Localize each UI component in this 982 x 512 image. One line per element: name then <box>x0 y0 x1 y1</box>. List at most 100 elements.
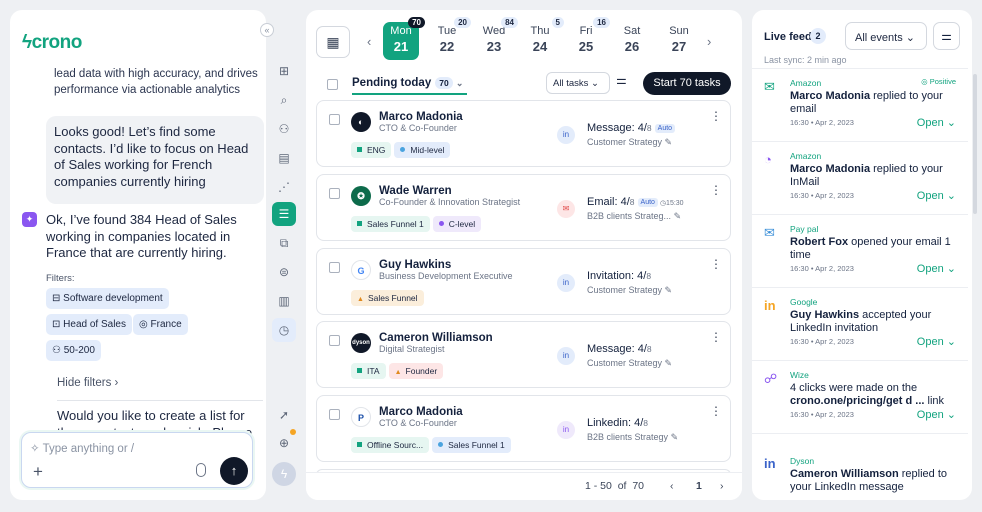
feed-item[interactable]: ✉ Pay pal Robert Fox opened your email 1… <box>752 214 968 287</box>
task-checkbox[interactable] <box>329 188 340 199</box>
templates-icon[interactable]: ⧉ <box>272 231 296 255</box>
task-card[interactable]: ✪ Wade Warren Co-Founder & Innovation St… <box>316 174 731 241</box>
notes-icon[interactable]: ▤ <box>272 146 296 170</box>
inmail-icon: ◔ <box>764 152 772 167</box>
task-checkbox[interactable] <box>329 335 340 346</box>
filter-settings-icon[interactable]: ⚌ <box>616 73 627 87</box>
feed-link[interactable]: crono.one/pricing/get d ... <box>790 395 924 407</box>
linkedin-icon: in <box>557 421 575 439</box>
edit-pencil-icon[interactable]: ✎ <box>665 137 673 147</box>
collapse-sidebar-button[interactable]: « <box>260 23 274 37</box>
feed-settings-icon[interactable]: ⚌ <box>933 22 960 50</box>
more-options-icon[interactable]: ⋮ <box>710 183 722 197</box>
day-sat[interactable]: Sat 26 <box>614 22 650 60</box>
chat-input[interactable]: ✧ Type anything or / + ↑ <box>21 432 253 488</box>
events-filter-dropdown[interactable]: All events ⌄ <box>845 22 927 50</box>
edit-pencil-icon[interactable]: ✎ <box>665 358 673 368</box>
send-button[interactable]: ↑ <box>220 457 248 485</box>
start-tasks-button[interactable]: Start 70 tasks <box>643 72 731 95</box>
filter-chip-title[interactable]: ⊡ Head of Sales <box>46 314 132 335</box>
feed-tail: link <box>924 395 945 407</box>
ai-message: Ok, I’ve found 384 Head of Sales working… <box>46 212 237 260</box>
task-checkbox[interactable] <box>329 114 340 125</box>
search-icon[interactable]: ⌕ <box>272 88 296 112</box>
select-all-checkbox[interactable] <box>327 79 338 90</box>
feed-date: 16:30 • Apr 2, 2023 <box>790 191 854 200</box>
of-label: of <box>617 480 627 492</box>
filter-chip-location[interactable]: ◎ France <box>133 314 188 335</box>
task-card[interactable]: dyson Cameron Williamson Digital Strateg… <box>316 321 731 388</box>
feed-item[interactable]: ◔ Amazon Marco Madonia replied to your I… <box>752 141 968 214</box>
task-card[interactable]: P Marco Madonia CTO & Co-Founder Offline… <box>316 395 731 462</box>
open-button[interactable]: Open ⌄ <box>917 189 956 202</box>
page-range: 1 - 50 of 70 <box>585 480 644 492</box>
contact-name[interactable]: Marco Madonia <box>379 111 463 123</box>
more-options-icon[interactable]: ⋮ <box>710 257 722 271</box>
next-page-button[interactable]: › <box>720 480 724 492</box>
more-options-icon[interactable]: ⋮ <box>710 330 722 344</box>
current-page[interactable]: 1 <box>696 480 702 492</box>
filter-chip-size[interactable]: ⚇ 50-200 <box>46 340 101 361</box>
contact-name[interactable]: Cameron Williamson <box>379 332 493 344</box>
task-card[interactable]: ◐ Marco Madonia CTO & Co-Founder ENG Mid-… <box>316 100 731 167</box>
scheduled-time: ◷15:30 <box>659 200 684 207</box>
day-thu[interactable]: 5 Thu 24 <box>522 17 564 60</box>
tasks-icon[interactable]: ☰ <box>272 202 296 226</box>
analytics-icon[interactable]: ⋰ <box>272 175 296 199</box>
next-week-arrow[interactable]: › <box>707 34 711 49</box>
filter-chip-industry[interactable]: ⊟ Software development <box>46 288 169 309</box>
open-button[interactable]: Open ⌄ <box>917 408 956 421</box>
email-opened-icon: ✉ <box>764 225 775 240</box>
add-attachment-button[interactable]: + <box>33 462 43 482</box>
hide-filters-link[interactable]: Hide filters › <box>57 377 118 389</box>
calendar-icon[interactable]: ▦ <box>316 26 350 58</box>
reports-icon[interactable]: ▥ <box>272 289 296 313</box>
tag-label: Mid-level <box>410 145 445 155</box>
all-tasks-dropdown[interactable]: All tasks ⌄ <box>546 72 610 94</box>
placeholder-text: Type anything or / <box>42 443 135 455</box>
tag-list: Sales Funnel 1 C-level <box>351 216 484 232</box>
edit-pencil-icon[interactable]: ✎ <box>671 432 679 442</box>
auto-badge: Auto <box>637 198 658 207</box>
microphone-icon[interactable] <box>196 463 206 477</box>
feed-item[interactable]: in Google Guy Hawkins accepted your Link… <box>752 287 968 360</box>
day-fri[interactable]: 16 Fri 25 <box>568 17 610 60</box>
task-checkbox[interactable] <box>329 409 340 420</box>
open-button[interactable]: Open ⌄ <box>917 116 956 129</box>
day-tue[interactable]: 20 Tue 22 <box>429 17 471 60</box>
tab-pending-today[interactable]: Pending today 70 ⌄ <box>352 77 467 95</box>
tag: ▲ Sales Funnel <box>351 290 424 306</box>
open-button[interactable]: Open ⌄ <box>917 262 956 275</box>
day-mon[interactable]: 70 Mon 21 <box>383 17 425 60</box>
action-label: Invitation: 4/ <box>587 270 647 282</box>
task-checkbox[interactable] <box>329 262 340 273</box>
sequence-name: Customer Strategy ✎ <box>587 358 672 369</box>
open-button[interactable]: Open ⌄ <box>917 335 956 348</box>
edit-pencil-icon[interactable]: ✎ <box>665 285 673 295</box>
dashboard-icon[interactable]: ⊞ <box>272 59 296 83</box>
rocket-icon[interactable]: ➚ <box>272 403 296 427</box>
feed-item[interactable]: ✉ Amazon ◎ Positive Marco Madonia replie… <box>752 68 968 141</box>
feed-item[interactable]: in Dyson Cameron Williamson replied to y… <box>752 433 968 500</box>
clock-icon[interactable]: ◷ <box>272 318 296 342</box>
tag-label: C-level <box>448 219 476 229</box>
prev-week-arrow[interactable]: ‹ <box>367 34 371 49</box>
day-sun[interactable]: Sun 27 <box>661 22 697 60</box>
edit-pencil-icon[interactable]: ✎ <box>674 211 682 221</box>
database-icon[interactable]: ⊜ <box>272 260 296 284</box>
task-card[interactable]: G Guy Hawkins Business Development Execu… <box>316 248 731 315</box>
feed-scrollbar[interactable] <box>973 74 977 214</box>
contact-name[interactable]: Wade Warren <box>379 185 452 197</box>
more-options-icon[interactable]: ⋮ <box>710 404 722 418</box>
tasks-panel: ▦ ‹ 70 Mon 21 20 Tue 22 84 Wed 23 5 Thu 24 16 Fri… <box>306 10 742 500</box>
lightning-icon[interactable]: ϟ <box>272 462 296 486</box>
tag: C-level <box>432 216 482 232</box>
prev-page-button[interactable]: ‹ <box>670 480 674 492</box>
more-options-icon[interactable]: ⋮ <box>710 109 722 123</box>
feed-item[interactable]: ☍ Wize 4 clicks were made on the crono.o… <box>752 360 968 433</box>
contacts-icon[interactable]: ⚇ <box>272 117 296 141</box>
day-wed[interactable]: 84 Wed 23 <box>476 17 518 60</box>
feed-company: Amazon <box>790 78 822 88</box>
contact-name[interactable]: Guy Hawkins <box>379 259 451 271</box>
contact-name[interactable]: Marco Madonia <box>379 406 463 418</box>
